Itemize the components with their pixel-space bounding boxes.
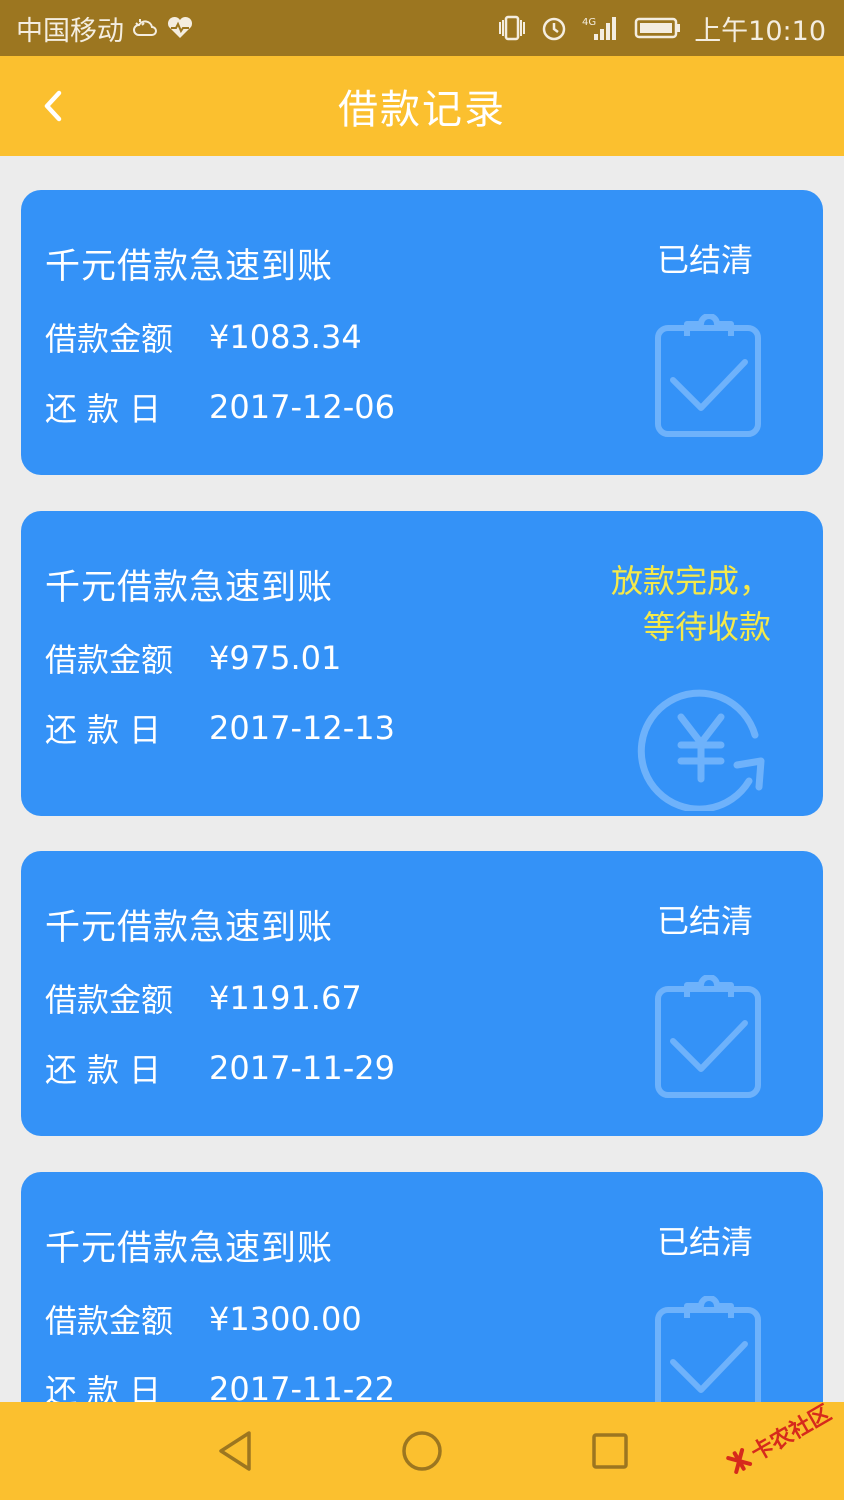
circle-home-icon — [402, 1431, 442, 1471]
carrier-name: 中国移动 — [16, 15, 124, 47]
loan-amount-row: 借款金额 ¥1300.00 — [45, 1296, 362, 1342]
due-date-value: 2017-12-06 — [209, 388, 395, 426]
loan-status-text: 已结清 — [657, 898, 753, 944]
loan-amount-label: 借款金额 — [45, 1302, 174, 1340]
signal-icon: 4G — [580, 14, 622, 42]
health-heart-icon — [166, 16, 194, 40]
loan-status-line: 等待收款 — [642, 608, 771, 646]
loan-amount-value: ¥1083.34 — [209, 318, 362, 356]
loan-amount-row: 借款金额 ¥1083.34 — [45, 314, 362, 360]
due-date-row: 还款日 2017-12-06 — [45, 384, 395, 430]
app-header: 借款记录 — [0, 56, 844, 156]
due-date-value: 2017-11-22 — [209, 1370, 395, 1402]
loan-amount-value: ¥975.01 — [209, 639, 342, 677]
system-navigation-bar: 卡农社区 — [0, 1401, 844, 1500]
loan-amount-value: ¥1191.67 — [209, 979, 362, 1017]
back-button[interactable] — [28, 80, 80, 132]
loan-status-line: 已结清 — [656, 1223, 753, 1261]
vibrate-icon — [496, 14, 528, 42]
weather-cloud-icon — [132, 17, 158, 39]
loan-record-card[interactable]: 千元借款急速到账 借款金额 ¥975.01 还款日 2017-12-13 放款完… — [21, 511, 823, 816]
loan-amount-label: 借款金额 — [45, 981, 174, 1019]
system-status-bar: 中国移动 4G 上午10:10 — [0, 0, 844, 56]
alarm-icon — [540, 14, 568, 42]
triangle-back-icon — [219, 1431, 251, 1471]
nav-recents-button[interactable] — [585, 1426, 635, 1476]
due-date-label: 还款日 — [45, 390, 172, 428]
loan-record-list: 千元借款急速到账 借款金额 ¥1083.34 还款日 2017-12-06 已结… — [0, 156, 844, 1402]
loan-status-text: 已结清 — [657, 1219, 753, 1265]
loan-record-card[interactable]: 千元借款急速到账 借款金额 ¥1300.00 还款日 2017-11-22 已结… — [21, 1172, 823, 1402]
clipboard-check-icon — [655, 314, 761, 437]
due-date-label: 还款日 — [45, 711, 172, 749]
due-date-row: 还款日 2017-11-22 — [45, 1366, 395, 1402]
yuan-refresh-icon — [637, 689, 765, 811]
loan-record-card[interactable]: 千元借款急速到账 借款金额 ¥1083.34 还款日 2017-12-06 已结… — [21, 190, 823, 475]
watermark-logo: 卡农社区 — [722, 1396, 837, 1481]
loan-status-text: 已结清 — [657, 237, 753, 283]
loan-status-line: 已结清 — [656, 902, 753, 940]
loan-amount-row: 借款金额 ¥975.01 — [45, 635, 341, 681]
clipboard-check-icon — [655, 1296, 761, 1402]
due-date-row: 还款日 2017-12-13 — [45, 705, 395, 751]
loan-status-text: 放款完成， 等待收款 — [611, 558, 771, 650]
loan-amount-label: 借款金额 — [45, 320, 174, 358]
loan-amount-label: 借款金额 — [45, 641, 174, 679]
due-date-row: 还款日 2017-11-29 — [45, 1045, 395, 1091]
loan-product-name: 千元借款急速到账 — [45, 247, 334, 287]
battery-icon — [634, 16, 682, 40]
nav-home-button[interactable] — [397, 1426, 447, 1476]
chevron-left-icon — [44, 90, 62, 122]
network-type-label: 4G — [582, 17, 596, 28]
loan-amount-row: 借款金额 ¥1191.67 — [45, 975, 362, 1021]
due-date-label: 还款日 — [45, 1372, 172, 1402]
loan-product-name: 千元借款急速到账 — [45, 1229, 334, 1269]
loan-status-line: 放款完成， — [610, 562, 771, 600]
watermark-text: 卡农社区 — [747, 1400, 836, 1467]
clipboard-check-icon — [655, 975, 761, 1098]
square-recents-icon — [592, 1433, 628, 1469]
loan-status-line: 已结清 — [656, 241, 753, 279]
nav-back-button[interactable] — [210, 1426, 260, 1476]
clock-time: 上午10:10 — [694, 15, 826, 47]
due-date-value: 2017-11-29 — [209, 1049, 395, 1087]
loan-product-name: 千元借款急速到账 — [45, 908, 334, 948]
page-title: 借款记录 — [338, 87, 506, 133]
loan-record-card[interactable]: 千元借款急速到账 借款金额 ¥1191.67 还款日 2017-11-29 已结… — [21, 851, 823, 1136]
due-date-label: 还款日 — [45, 1051, 172, 1089]
due-date-value: 2017-12-13 — [209, 709, 395, 747]
loan-amount-value: ¥1300.00 — [209, 1300, 362, 1338]
loan-product-name: 千元借款急速到账 — [45, 568, 334, 608]
